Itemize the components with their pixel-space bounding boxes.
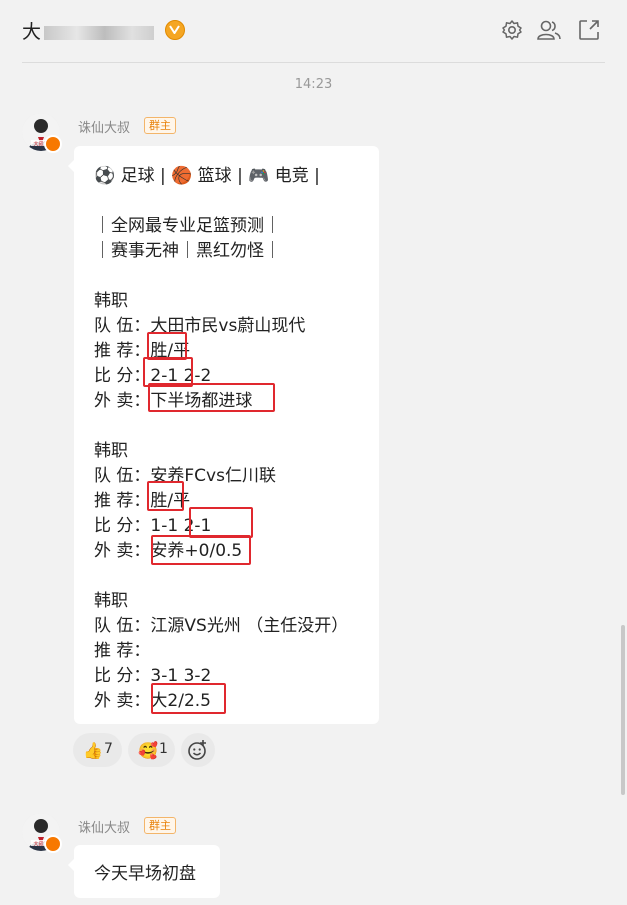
reaction-thumbs-up[interactable]: 👍 7 (73, 733, 122, 767)
thumbs-up-icon: 👍 (83, 741, 103, 760)
reaction-count: 1 (159, 741, 168, 757)
message-line: ｜赛事无神｜黑红勿怪｜ (94, 241, 281, 261)
message-line: ⚽ 足球 | 🏀 篮球 | 🎮 电竞 | (94, 166, 320, 186)
header-divider (22, 62, 605, 63)
sender-name: 诛仙大叔 (78, 121, 131, 136)
timestamp: 14:23 (294, 77, 333, 92)
message-line: 韩职 (94, 591, 128, 611)
message-line: 今天早场初盘 (94, 864, 196, 884)
reaction-smiling-hearts[interactable]: 🥰 1 (128, 733, 175, 767)
message-line: 队 伍：安养FCvs仁川联 (94, 466, 276, 486)
smiling-hearts-icon: 🥰 (138, 741, 158, 760)
message-line: 队 伍：大田市民vs蔚山现代 (94, 316, 306, 336)
message-line: 韩职 (94, 291, 128, 311)
message-line: 韩职 (94, 441, 128, 461)
group-members-icon[interactable] (536, 18, 561, 42)
verified-icon (44, 835, 62, 853)
scrollbar[interactable] (621, 625, 625, 795)
message-bubble[interactable]: ⚽ 足球 | 🏀 篮球 | 🎮 电竞 | ｜全网最专业足篮预测｜ ｜赛事无神｜黑… (68, 146, 379, 724)
highlight-box (148, 383, 275, 412)
role-badge: 群主 (144, 817, 176, 834)
chat-header: 大 (0, 0, 627, 62)
message-line: 队 伍：江源VS光州 （主任没开） (94, 616, 349, 636)
highlight-box (147, 481, 184, 511)
message-line: 推 荐： (94, 641, 151, 661)
add-emoji-icon[interactable] (181, 733, 215, 767)
highlight-box (189, 507, 253, 538)
share-icon[interactable] (577, 18, 601, 42)
sender-name: 诛仙大叔 (78, 821, 131, 836)
highlight-box (151, 683, 226, 714)
reaction-count: 7 (104, 741, 113, 757)
chat-title: 大 (22, 17, 155, 44)
verified-badge-icon (165, 20, 185, 40)
role-badge: 群主 (144, 117, 176, 134)
chat-title-text: 大 (22, 21, 43, 43)
verified-icon (44, 135, 62, 153)
avatar[interactable]: 大叔说 (22, 113, 62, 153)
blurred-title (44, 25, 155, 40)
avatar[interactable]: 大叔说 (22, 813, 62, 853)
message-bubble[interactable]: 今天早场初盘 (68, 845, 220, 898)
highlight-box (151, 535, 251, 565)
highlight-box (147, 332, 187, 360)
settings-icon[interactable] (500, 18, 524, 42)
message-line: ｜全网最专业足篮预测｜ (94, 216, 281, 236)
